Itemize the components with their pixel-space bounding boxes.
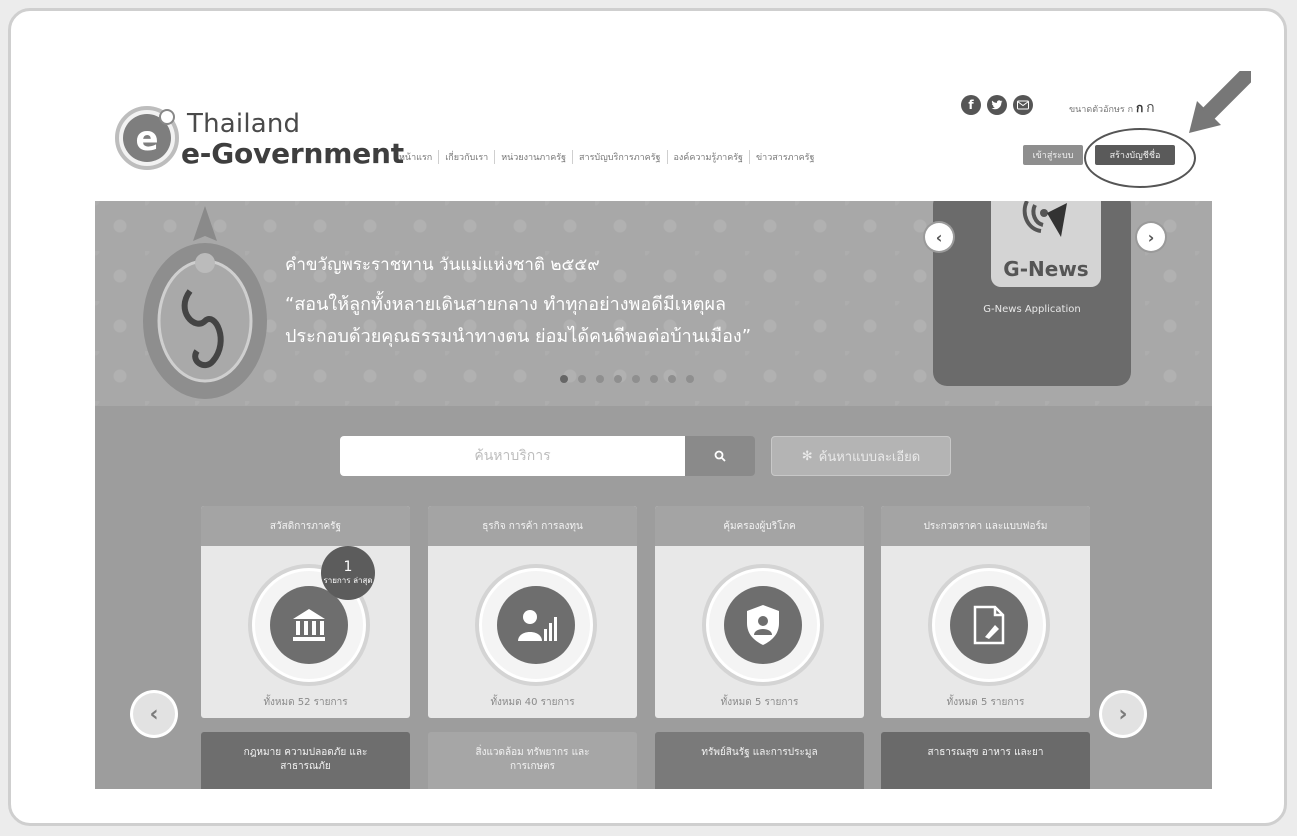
facebook-icon[interactable]: f	[961, 95, 981, 115]
business-growth-icon	[497, 586, 575, 664]
nav-news[interactable]: ข่าวสารภาครัฐ	[750, 150, 820, 164]
search-input[interactable]: ค้นหาบริการ	[340, 436, 685, 476]
nav-home[interactable]: หน้าแรก	[393, 150, 440, 164]
card-icon-ring	[479, 568, 593, 682]
font-size-large[interactable]: ก	[1146, 100, 1154, 116]
carousel-dots	[560, 375, 694, 383]
carousel-dot[interactable]	[650, 375, 658, 383]
font-size-label: ขนาดตัวอักษร	[1069, 105, 1125, 115]
card-count: ทั้งหมด 52 รายการ	[263, 697, 348, 708]
service-card-consumer[interactable]: คุ้มครองผู้บริโภค ทั้งหมด 5 รายการ	[655, 506, 864, 718]
nav-knowledge[interactable]: องค์ความรู้ภาครัฐ	[668, 150, 751, 164]
service-card-assets[interactable]: ทรัพย์สินรัฐ และการประมูล	[655, 732, 864, 789]
document-form-icon	[950, 586, 1028, 664]
banner-title: คำขวัญพระราชทาน วันแม่แห่งชาติ ๒๕๕๙	[285, 255, 600, 275]
card-count: ทั้งหมด 5 รายการ	[720, 697, 799, 708]
nav-agencies[interactable]: หน่วยงานภาครัฐ	[495, 150, 574, 164]
carousel-dot[interactable]	[632, 375, 640, 383]
card-title: กฎหมาย ความปลอดภัย และ สาธารณภัย	[243, 747, 368, 772]
font-size-control: ขนาดตัวอักษร ก ก ก	[1069, 97, 1155, 119]
gnews-title: G-News	[1003, 257, 1089, 281]
gnews-prev-button[interactable]: ‹	[925, 223, 953, 251]
badge-text: รายการ ล่าสุด	[323, 576, 373, 586]
carousel-dot[interactable]	[578, 375, 586, 383]
cards-prev-button[interactable]: ‹	[133, 693, 175, 735]
card-title: สาธารณสุข อาหาร และยา	[927, 747, 1044, 758]
advanced-search-label: ค้นหาแบบละเอียด	[818, 449, 921, 465]
advanced-search-button[interactable]: ✻ ค้นหาแบบละเอียด	[771, 436, 951, 476]
login-button[interactable]: เข้าสู่ระบบ	[1023, 145, 1083, 165]
search-button[interactable]	[685, 436, 755, 476]
banner-quote-line2: ประกอบด้วยคุณธรรมนำทางตน ย่อมได้คนดีพอต่…	[285, 326, 752, 347]
card-icon-ring	[706, 568, 820, 682]
carousel-dot[interactable]	[596, 375, 604, 383]
service-card-procurement[interactable]: ประกวดราคา และแบบฟอร์ม ทั้งหมด 5 รายการ	[881, 506, 1090, 718]
service-card-environment[interactable]: สิ่งแวดล้อม ทรัพยากร และ การเกษตร	[428, 732, 637, 789]
main-nav: หน้าแรก เกี่ยวกับเรา หน่วยงานภาครัฐ สารบ…	[393, 150, 820, 164]
card-title: ธุรกิจ การค้า การลงทุน	[428, 506, 637, 546]
card-count: ทั้งหมด 5 รายการ	[946, 697, 1025, 708]
font-size-medium[interactable]: ก	[1136, 101, 1143, 115]
egov-logo-icon[interactable]: e	[111, 105, 181, 171]
carousel-dot[interactable]	[668, 375, 676, 383]
banner-quote-line1: “สอนให้ลูกทั้งหลายเดินสายกลาง ทำทุกอย่าง…	[285, 294, 727, 315]
email-icon[interactable]	[1013, 95, 1033, 115]
carousel-dot[interactable]	[560, 375, 568, 383]
badge-count: 1	[343, 559, 353, 576]
card-count: ทั้งหมด 40 รายการ	[490, 697, 575, 708]
logo-title-line1: Thailand	[187, 109, 301, 139]
highlight-oval	[1084, 128, 1196, 188]
service-card-health[interactable]: สาธารณสุข อาหาร และยา	[881, 732, 1090, 789]
royal-emblem-icon	[143, 206, 267, 399]
card-title: สวัสดิการภาครัฐ	[201, 506, 410, 546]
screenshot-frame: e Thailand e-Government หน้าแรก เกี่ยวกั…	[8, 8, 1287, 826]
service-card-law[interactable]: กฎหมาย ความปลอดภัย และ สาธารณภัย	[201, 732, 410, 789]
nav-about[interactable]: เกี่ยวกับเรา	[439, 150, 496, 164]
logo-title-line2: e-Government	[181, 137, 404, 170]
twitter-icon[interactable]	[987, 95, 1007, 115]
card-title: สิ่งแวดล้อม ทรัพยากร และ การเกษตร	[475, 747, 590, 772]
card-title: ประกวดราคา และแบบฟอร์ม	[881, 506, 1090, 546]
card-title: คุ้มครองผู้บริโภค	[655, 506, 864, 546]
gear-icon: ✻	[801, 448, 813, 464]
social-icons: f	[961, 95, 1033, 115]
latest-badge: 1 รายการ ล่าสุด	[321, 546, 375, 600]
hero-banner: คำขวัญพระราชทาน วันแม่แห่งชาติ ๒๕๕๙ “สอน…	[95, 201, 1212, 406]
carousel-dot[interactable]	[614, 375, 622, 383]
svg-text:e: e	[135, 119, 158, 159]
font-size-small[interactable]: ก	[1128, 105, 1133, 115]
nav-services[interactable]: สารบัญบริการภาครัฐ	[573, 150, 668, 164]
gnews-subtitle: G-News Application	[983, 304, 1081, 315]
consumer-shield-icon	[724, 586, 802, 664]
service-card-business[interactable]: ธุรกิจ การค้า การลงทุน ทั้งหมด 40 รายการ	[428, 506, 637, 718]
card-icon-ring	[932, 568, 1046, 682]
gnews-next-button[interactable]: ›	[1137, 223, 1165, 251]
carousel-dot[interactable]	[686, 375, 694, 383]
card-title: ทรัพย์สินรัฐ และการประมูล	[701, 747, 818, 758]
services-section: ค้นหาบริการ ✻ ค้นหาแบบละเอียด สวัสดิการภ…	[95, 406, 1212, 789]
pointer-arrow-icon	[1189, 71, 1251, 133]
service-card-welfare[interactable]: สวัสดิการภาครัฐ 1 รายการ ล่าสุด ทั้งหมด …	[201, 506, 410, 718]
cards-next-button[interactable]: ›	[1102, 693, 1144, 735]
search-icon	[714, 450, 726, 462]
